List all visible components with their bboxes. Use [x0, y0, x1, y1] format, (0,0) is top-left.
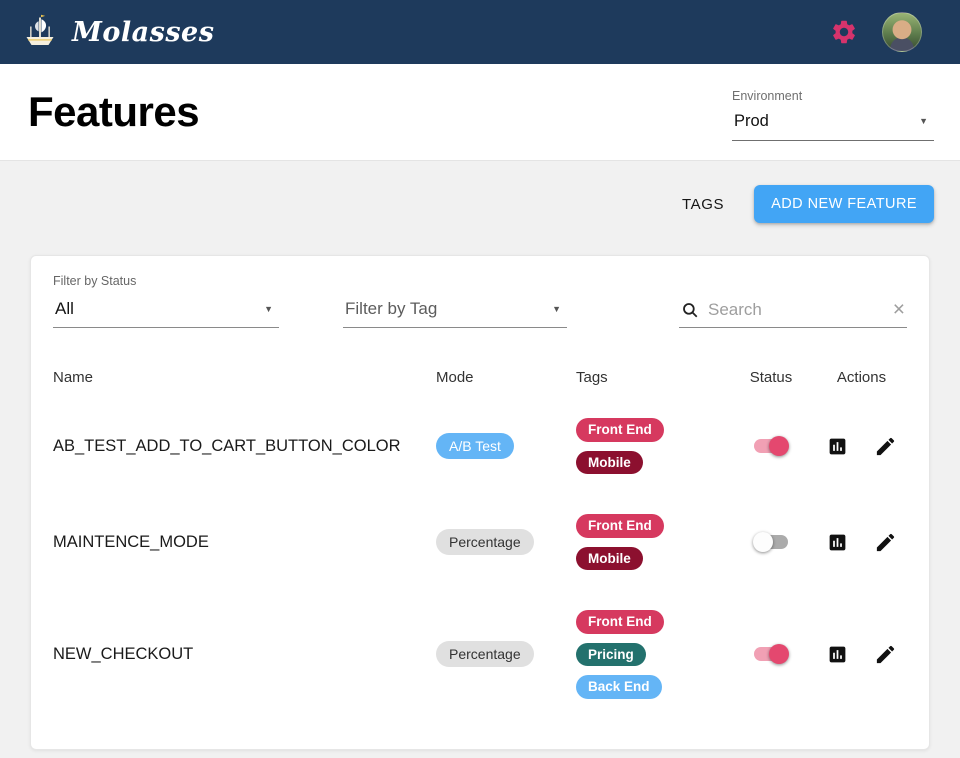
tags-button[interactable]: TAGS — [682, 196, 724, 213]
toolbar: TAGS ADD NEW FEATURE — [24, 185, 936, 223]
table-row: NEW_CHECKOUT Percentage Front End Pricin… — [53, 590, 907, 719]
status-toggle[interactable] — [753, 532, 789, 553]
search-box: × — [679, 299, 907, 328]
tag-badge: Mobile — [576, 546, 643, 571]
page-header: Features Environment Prod ▼ — [0, 64, 960, 161]
content: TAGS ADD NEW FEATURE Filter by Status Al… — [0, 161, 960, 750]
tag-badge: Front End — [576, 418, 664, 442]
tag-badge: Mobile — [576, 450, 643, 475]
toggle-thumb — [769, 644, 789, 665]
table-header-row: Name Mode Tags Status Actions — [53, 356, 907, 398]
search-input[interactable] — [708, 299, 884, 320]
environment-value: Prod — [734, 112, 769, 130]
pencil-icon[interactable] — [874, 435, 897, 458]
chevron-down-icon: ▼ — [552, 303, 561, 314]
bar-chart-icon[interactable] — [827, 436, 848, 457]
mode-badge: Percentage — [436, 641, 534, 668]
pencil-icon[interactable] — [874, 643, 897, 666]
environment-select[interactable]: Prod ▼ — [732, 110, 934, 141]
tag-filter-select[interactable]: Filter by Tag ▼ — [343, 297, 567, 328]
gear-icon[interactable] — [830, 18, 858, 46]
pencil-icon[interactable] — [874, 531, 897, 554]
column-header-tags: Tags — [576, 368, 608, 386]
mode-badge: A/B Test — [436, 432, 514, 460]
filters-row: Filter by Status All ▼ Filter by Tag ▼ S… — [53, 274, 907, 328]
add-new-feature-button[interactable]: ADD NEW FEATURE — [754, 185, 934, 223]
mode-badge: Percentage — [436, 529, 534, 556]
column-header-actions: Actions — [836, 368, 887, 386]
tag-badge: Front End — [576, 610, 664, 634]
avatar[interactable] — [882, 12, 922, 52]
tag-filter: Filter by Tag ▼ — [343, 297, 567, 328]
features-card: Filter by Status All ▼ Filter by Tag ▼ S… — [30, 255, 930, 750]
tag-badge: Front End — [576, 514, 664, 538]
status-filter-label: Filter by Status — [53, 274, 137, 288]
search-icon — [681, 301, 699, 319]
toggle-thumb — [769, 436, 789, 457]
chevron-down-icon: ▼ — [264, 303, 273, 314]
table-row: MAINTENCE_MODE Percentage Front End Mobi… — [53, 494, 907, 590]
status-filter-value: All — [55, 299, 74, 318]
navbar: Molasses — [0, 0, 960, 64]
status-filter: Filter by Status All ▼ — [53, 274, 279, 328]
column-header-name: Name — [53, 368, 94, 386]
page-title: Features — [28, 88, 200, 135]
environment-label: Environment — [732, 89, 803, 103]
table-row: AB_TEST_ADD_TO_CART_BUTTON_COLOR A/B Tes… — [53, 398, 907, 494]
status-toggle[interactable] — [753, 644, 789, 665]
features-table: Name Mode Tags Status Actions AB_TEST_AD… — [53, 356, 907, 719]
feature-name: MAINTENCE_MODE — [53, 532, 209, 551]
column-header-status: Status — [749, 368, 793, 386]
ship-logo-icon — [22, 14, 58, 50]
navbar-right — [830, 12, 922, 52]
tag-badge: Pricing — [576, 642, 646, 667]
environment-block: Environment Prod ▼ — [732, 83, 934, 141]
tag-filter-placeholder: Filter by Tag — [345, 299, 438, 318]
brand: Molasses — [22, 14, 214, 50]
close-icon[interactable]: × — [893, 299, 905, 320]
brand-name: Molasses — [72, 16, 215, 48]
tag-badge: Back End — [576, 675, 662, 699]
toggle-thumb — [753, 532, 773, 553]
column-header-mode: Mode — [436, 368, 474, 386]
feature-name: NEW_CHECKOUT — [53, 644, 194, 663]
feature-name: AB_TEST_ADD_TO_CART_BUTTON_COLOR — [53, 436, 401, 455]
bar-chart-icon[interactable] — [827, 532, 848, 553]
bar-chart-icon[interactable] — [827, 644, 848, 665]
status-toggle[interactable] — [753, 436, 789, 457]
chevron-down-icon: ▼ — [919, 116, 928, 126]
status-filter-select[interactable]: All ▼ — [53, 297, 279, 328]
